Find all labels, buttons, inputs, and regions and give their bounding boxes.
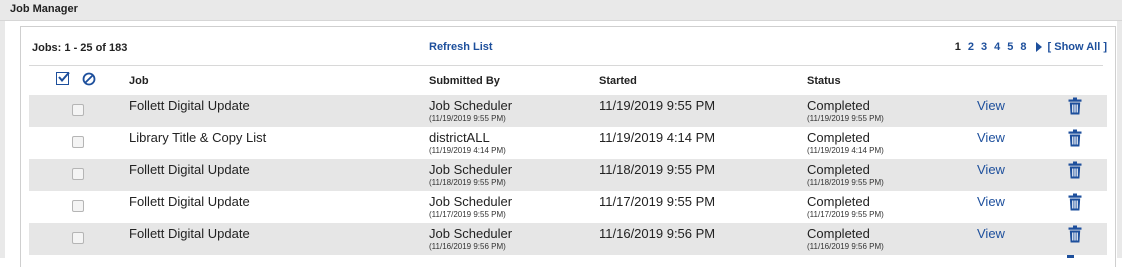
page-link[interactable]: 8	[1020, 41, 1026, 53]
started-time: 11/18/2019 9:55 PM	[599, 162, 716, 177]
page-link[interactable]: 4	[994, 41, 1000, 53]
page-header: Job Manager	[0, 0, 1122, 21]
column-header-started[interactable]: Started	[599, 75, 637, 87]
left-gutter	[0, 21, 5, 258]
toolbar-divider	[29, 65, 1103, 66]
job-status: Completed	[807, 162, 870, 177]
row-checkbox[interactable]	[72, 232, 84, 244]
right-gutter	[1117, 21, 1122, 258]
submitted-time: (11/18/2019 9:55 PM)	[429, 178, 506, 187]
trash-icon[interactable]	[1068, 161, 1082, 179]
view-link[interactable]: View	[977, 130, 1005, 145]
trash-icon[interactable]	[1068, 129, 1082, 147]
table-row: Follett Digital Update Job Scheduler (11…	[29, 159, 1107, 191]
status-time: (11/18/2019 9:55 PM)	[807, 178, 884, 187]
row-checkbox[interactable]	[72, 104, 84, 116]
page-link[interactable]: 3	[981, 41, 987, 53]
submitted-time: (11/16/2019 9:56 PM)	[429, 242, 506, 251]
page-link[interactable]: 2	[968, 41, 974, 53]
started-time: 11/19/2019 9:55 PM	[599, 98, 716, 113]
submitted-by: districtALL	[429, 130, 490, 145]
view-link[interactable]: View	[977, 162, 1005, 177]
started-time: 11/16/2019 9:56 PM	[599, 226, 716, 241]
table-row: Library Title & Copy List districtALL (1…	[29, 127, 1107, 159]
trash-icon[interactable]	[1068, 225, 1082, 243]
status-time: (11/16/2019 9:56 PM)	[807, 242, 884, 251]
job-name: Library Title & Copy List	[129, 130, 267, 145]
submitted-by: Job Scheduler	[429, 98, 513, 113]
submitted-by: Job Scheduler	[429, 226, 513, 241]
job-status: Completed	[807, 194, 870, 209]
view-link[interactable]: View	[977, 98, 1005, 113]
trash-icon[interactable]	[1068, 97, 1082, 115]
column-header-job[interactable]: Job	[129, 75, 149, 87]
job-name: Follett Digital Update	[129, 194, 250, 209]
job-name: Follett Digital Update	[129, 98, 250, 113]
check-all-icon[interactable]	[56, 71, 70, 85]
started-time: 11/17/2019 9:55 PM	[599, 194, 716, 209]
job-name: Follett Digital Update	[129, 162, 250, 177]
show-all-link[interactable]: [ Show All ]	[1048, 41, 1107, 53]
refresh-list-link[interactable]: Refresh List	[429, 41, 493, 53]
view-link[interactable]: View	[977, 194, 1005, 209]
job-list-toolbar: Jobs: 1 - 25 of 183 Refresh List 1 2 3 4…	[21, 27, 1115, 63]
started-time: 11/19/2019 4:14 PM	[599, 130, 716, 145]
status-time: (11/17/2019 9:55 PM)	[807, 210, 884, 219]
page-title: Job Manager	[10, 3, 78, 15]
job-table-body: Follett Digital Update Job Scheduler (11…	[29, 95, 1107, 255]
trash-icon[interactable]	[1068, 193, 1082, 211]
submitted-by: Job Scheduler	[429, 194, 513, 209]
row-checkbox[interactable]	[72, 136, 84, 148]
row-checkbox[interactable]	[72, 168, 84, 180]
table-row: Follett Digital Update Job Scheduler (11…	[29, 191, 1107, 223]
row-checkbox[interactable]	[72, 200, 84, 212]
submitted-time: (11/19/2019 4:14 PM)	[429, 146, 506, 155]
table-row: Follett Digital Update Job Scheduler (11…	[29, 223, 1107, 255]
deselect-all-icon[interactable]	[82, 72, 96, 86]
status-time: (11/19/2019 9:55 PM)	[807, 114, 884, 123]
job-status: Completed	[807, 98, 870, 113]
pagination: 1 2 3 4 5 8 [ Show All ]	[955, 41, 1107, 53]
page-link-current: 1	[954, 41, 961, 53]
view-link[interactable]: View	[977, 226, 1005, 241]
column-header-status[interactable]: Status	[807, 75, 841, 87]
table-row: Follett Digital Update Job Scheduler (11…	[29, 95, 1107, 127]
submitted-time: (11/17/2019 9:55 PM)	[429, 210, 506, 219]
submitted-by: Job Scheduler	[429, 162, 513, 177]
job-status: Completed	[807, 226, 870, 241]
status-time: (11/19/2019 4:14 PM)	[807, 146, 884, 155]
column-header-submitted-by[interactable]: Submitted By	[429, 75, 500, 87]
job-status: Completed	[807, 130, 870, 145]
jobs-count: Jobs: 1 - 25 of 183	[32, 42, 128, 54]
job-list-panel: Jobs: 1 - 25 of 183 Refresh List 1 2 3 4…	[20, 26, 1116, 267]
page-link[interactable]: 5	[1007, 41, 1013, 53]
submitted-time: (11/19/2019 9:55 PM)	[429, 114, 506, 123]
job-name: Follett Digital Update	[129, 226, 250, 241]
next-page-arrow-icon[interactable]	[1035, 42, 1042, 52]
